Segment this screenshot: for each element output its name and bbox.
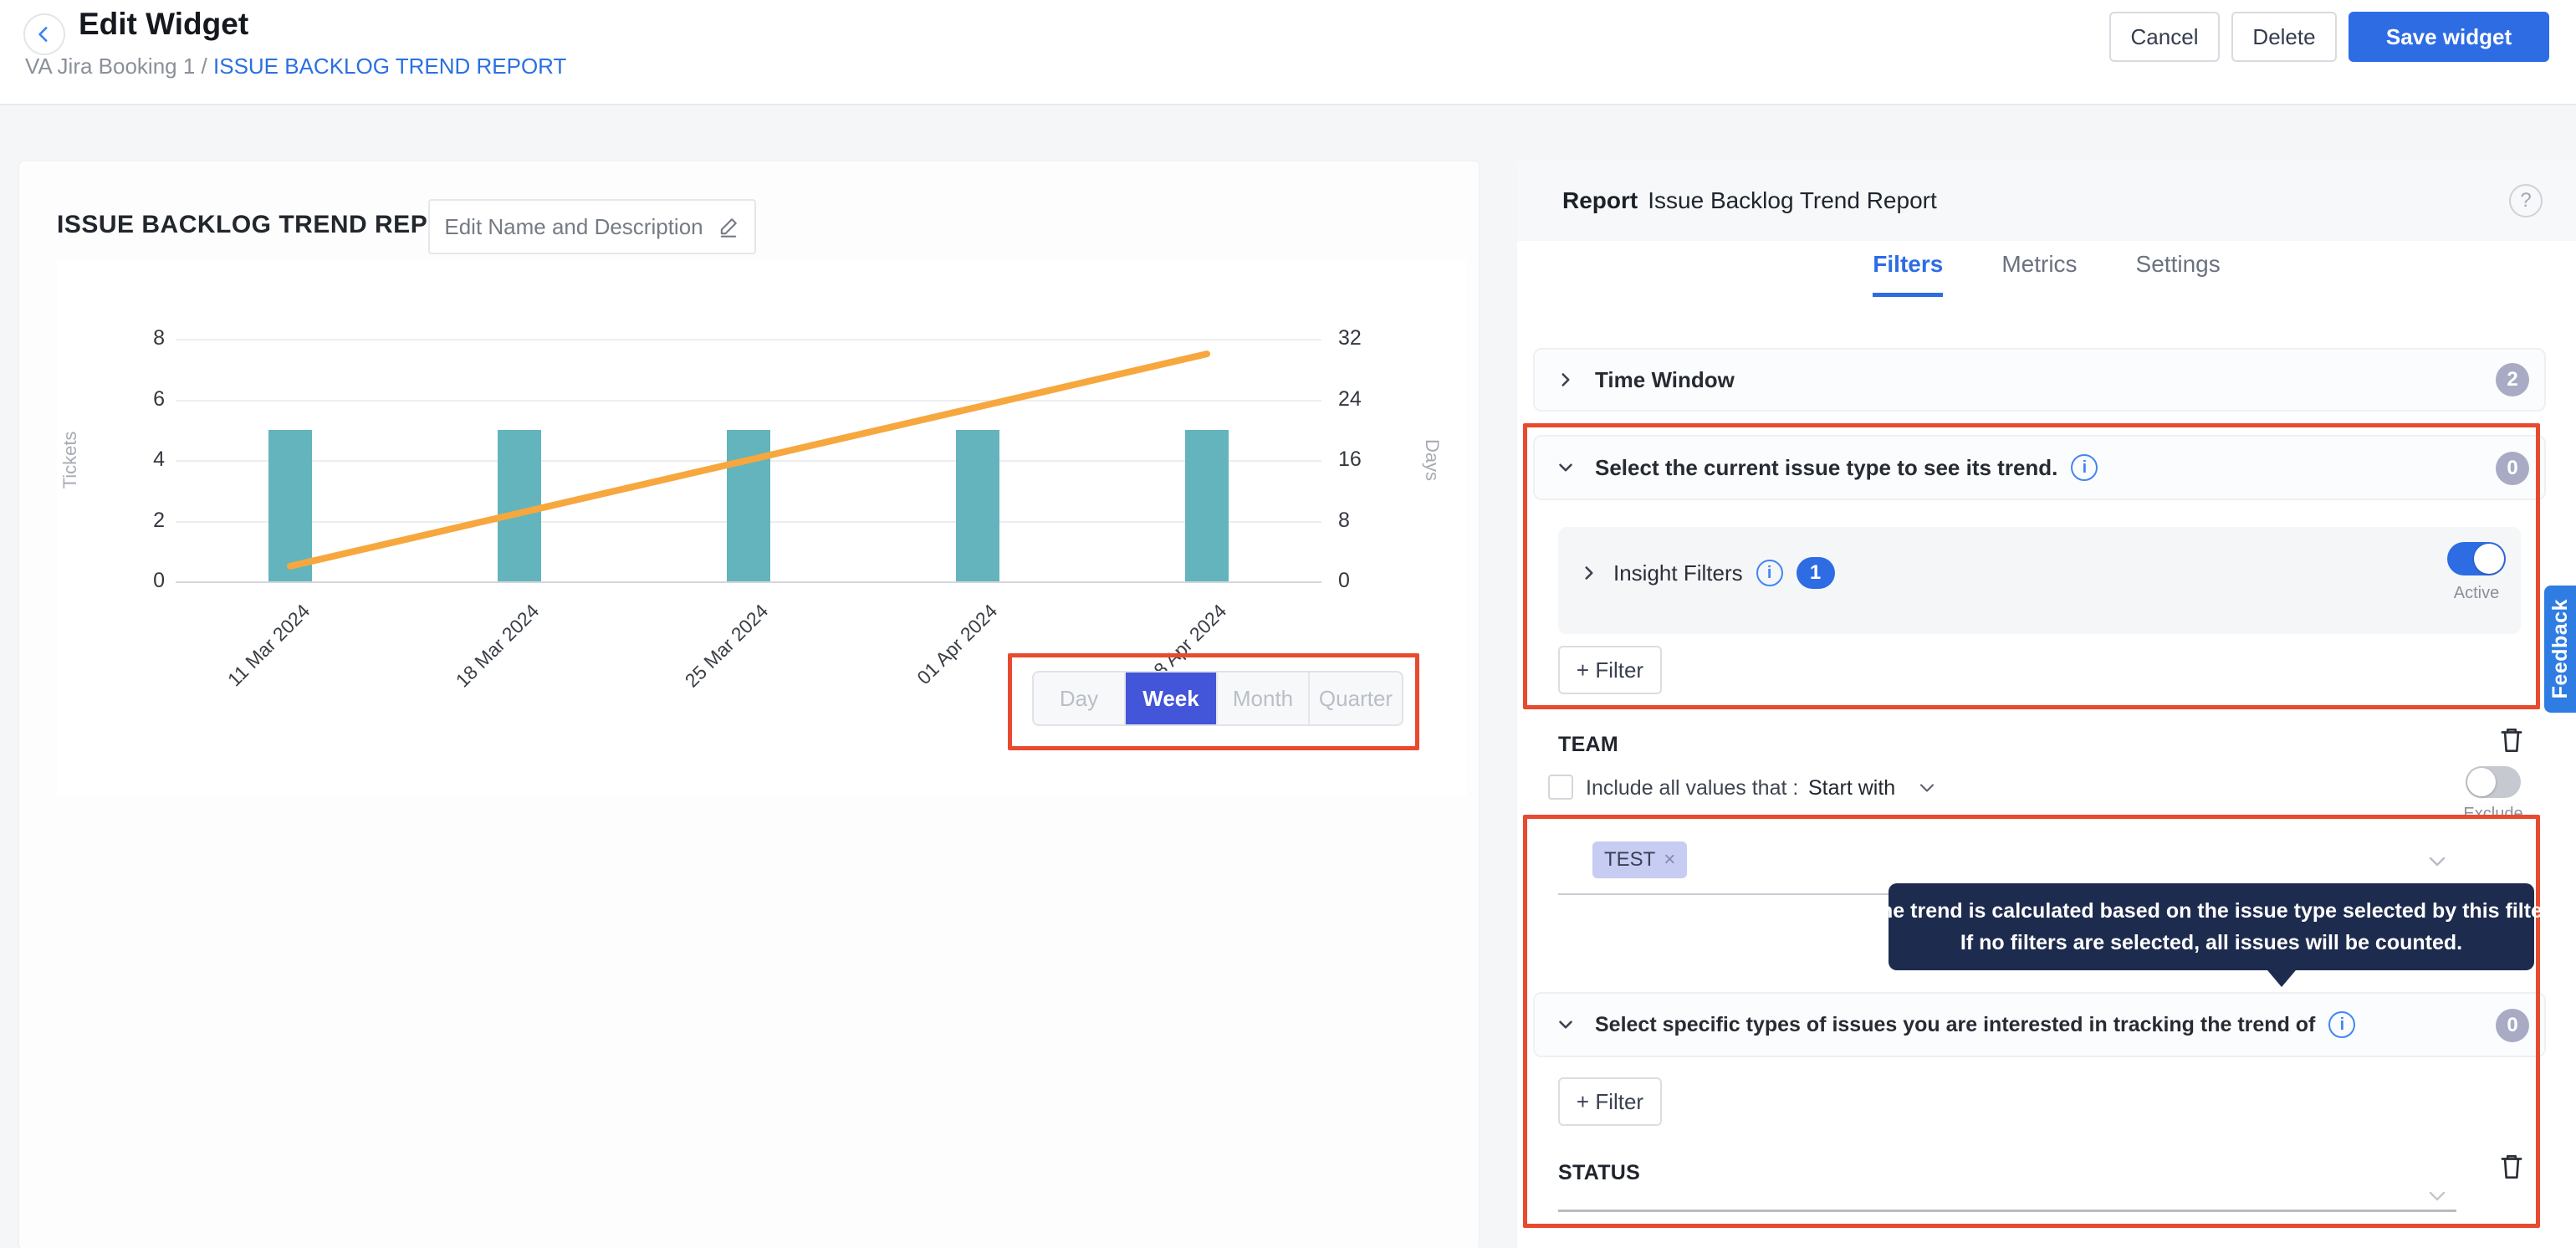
trash-icon[interactable] <box>2496 1151 2527 1183</box>
cancel-button[interactable]: Cancel <box>2109 12 2220 62</box>
chevron-down-icon <box>1555 1014 1577 1036</box>
accordion-time-window[interactable]: Time Window <box>1533 348 2546 412</box>
chevron-down-icon[interactable] <box>2424 848 2451 875</box>
current-issue-type-badge: 0 <box>2496 452 2529 485</box>
back-arrow-icon <box>33 23 55 45</box>
tab-settings[interactable]: Settings <box>2136 251 2221 297</box>
chip-close-icon[interactable]: × <box>1664 848 1675 872</box>
chevron-down-icon[interactable] <box>2424 1183 2451 1210</box>
add-filter-button[interactable]: + Filter <box>1558 1077 1662 1126</box>
right-axis-title: Days <box>1421 439 1443 481</box>
feedback-tab-label: Feedback <box>2548 599 2573 698</box>
right-axis-tick: 8 <box>1338 509 1405 533</box>
gridline <box>176 581 1321 583</box>
delete-button[interactable]: Delete <box>2231 12 2337 62</box>
status-input-underline[interactable] <box>1558 1210 2456 1212</box>
tab-metrics[interactable]: Metrics <box>2001 251 2077 297</box>
exclude-toggle-label: Exclude <box>2462 805 2524 824</box>
header: Edit Widget VA Jira Booking 1 / ISSUE BA… <box>0 0 2576 105</box>
left-axis-title: Tickets <box>59 432 81 489</box>
tooltip-arrow <box>2263 965 2300 987</box>
breadcrumb: VA Jira Booking 1 / ISSUE BACKLOG TREND … <box>25 54 566 79</box>
edit-name-label: Edit Name and Description <box>444 214 703 240</box>
time-window-badge: 2 <box>2496 363 2529 396</box>
right-axis-tick: 16 <box>1338 448 1405 472</box>
current-issue-type-label: Select the current issue type to see its… <box>1595 455 2057 481</box>
granularity-day[interactable]: Day <box>1034 673 1126 724</box>
toggle-knob <box>2474 544 2504 574</box>
tooltip: The trend is calculated based on the iss… <box>1889 883 2534 970</box>
team-field-label: TEAM <box>1558 733 1618 757</box>
status-field-label: STATUS <box>1558 1161 1640 1185</box>
active-toggle-label: Active <box>2447 584 2506 603</box>
back-button[interactable] <box>23 13 65 55</box>
right-axis-tick: 24 <box>1338 387 1405 412</box>
panel-tabs: Filters Metrics Settings <box>1517 251 2576 297</box>
info-icon[interactable]: i <box>2071 454 2098 481</box>
left-axis-tick: 8 <box>98 326 165 350</box>
save-widget-button[interactable]: Save widget <box>2349 12 2549 62</box>
accordion-specific-types[interactable]: Select specific types of issues you are … <box>1533 992 2546 1057</box>
breadcrumb-current[interactable]: ISSUE BACKLOG TREND REPORT <box>213 54 566 79</box>
breadcrumb-parent[interactable]: VA Jira Booking 1 <box>25 54 195 79</box>
tooltip-line2: If no filters are selected, all issues w… <box>1960 927 2462 959</box>
insight-filters-badge: 1 <box>1797 557 1835 589</box>
edit-name-description-button[interactable]: Edit Name and Description <box>428 199 756 254</box>
left-axis-tick: 2 <box>98 509 165 533</box>
left-axis-tick: 0 <box>98 569 165 593</box>
chevron-down-icon[interactable] <box>1915 776 1939 800</box>
granularity-week[interactable]: Week <box>1126 673 1218 724</box>
tab-filters[interactable]: Filters <box>1873 251 1943 297</box>
chevron-right-icon <box>1555 369 1577 391</box>
include-all-values-label: Include all values that : <box>1586 776 1798 800</box>
widget-title: ISSUE BACKLOG TREND REPORT <box>57 211 482 239</box>
add-filter-button[interactable]: + Filter <box>1558 646 1662 694</box>
report-title: Issue Backlog Trend Report <box>1648 187 1937 214</box>
granularity-quarter[interactable]: Quarter <box>1310 673 1402 724</box>
chevron-right-icon <box>1578 562 1600 584</box>
pencil-icon <box>717 215 740 238</box>
info-icon[interactable]: i <box>2328 1011 2355 1038</box>
right-axis-tick: 0 <box>1338 569 1405 593</box>
left-axis-tick: 4 <box>98 448 165 472</box>
chip-label: TEST <box>1604 848 1655 872</box>
insight-filters-label: Insight Filters <box>1613 560 1743 586</box>
info-icon[interactable]: i <box>1756 560 1783 586</box>
specific-types-label: Select specific types of issues you are … <box>1595 1013 2315 1037</box>
operator-dropdown[interactable]: Start with <box>1808 776 1895 800</box>
report-settings-panel <box>1517 161 2576 1248</box>
feedback-tab[interactable]: Feedback <box>2544 586 2576 713</box>
insight-filters-row[interactable]: Insight Filters i 1 <box>1578 557 1835 589</box>
team-value-chip: TEST × <box>1592 841 1687 878</box>
include-all-values-checkbox[interactable] <box>1548 775 1573 800</box>
trend-line <box>176 339 1321 581</box>
help-icon[interactable]: ? <box>2509 184 2543 217</box>
left-axis-tick: 6 <box>98 387 165 412</box>
accordion-current-issue-type[interactable]: Select the current issue type to see its… <box>1533 435 2546 500</box>
right-axis-tick: 32 <box>1338 326 1405 350</box>
time-window-label: Time Window <box>1595 367 1735 393</box>
report-label: Report <box>1562 187 1638 214</box>
chevron-down-icon <box>1555 457 1577 478</box>
granularity-control: DayWeekMonthQuarter <box>1032 671 1403 726</box>
specific-types-badge: 0 <box>2496 1009 2529 1042</box>
edit-widget-page: Edit Widget VA Jira Booking 1 / ISSUE BA… <box>0 0 2576 1248</box>
toggle-knob <box>2467 768 2496 796</box>
insight-filters-active-toggle[interactable] <box>2447 542 2506 575</box>
exclude-toggle[interactable] <box>2466 766 2521 798</box>
breadcrumb-separator: / <box>202 54 213 79</box>
tooltip-line1: The trend is calculated based on the iss… <box>1868 895 2555 927</box>
trash-icon[interactable] <box>2496 724 2527 756</box>
granularity-month[interactable]: Month <box>1218 673 1310 724</box>
page-title: Edit Widget <box>79 7 248 42</box>
report-header-bar: Report Issue Backlog Trend Report <box>1517 161 2576 241</box>
